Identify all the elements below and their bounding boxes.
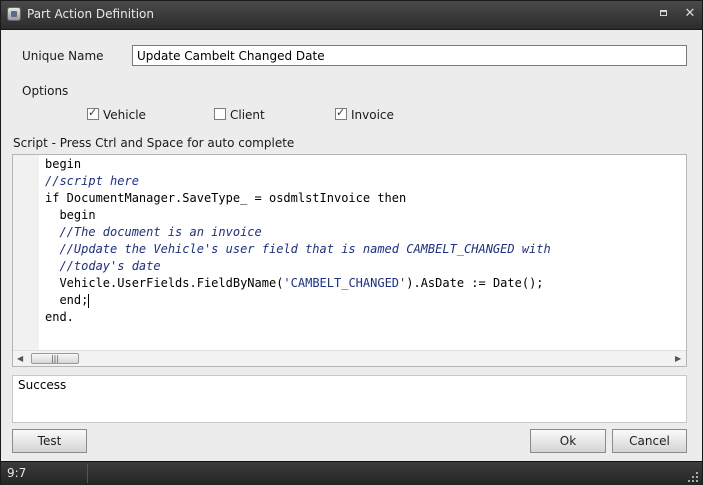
cursor-position: 9:7 [7,466,27,480]
status-separator [87,464,88,483]
code-line: end. [45,310,74,324]
window-title: Part Action Definition [27,7,155,21]
cancel-button[interactable]: Cancel [612,429,687,453]
code-line: Vehicle.UserFields.FieldByName('CAMBELT_… [45,276,544,290]
scroll-left-icon[interactable]: ◀ [17,354,23,363]
code-line: //Update the Vehicle's user field that i… [45,242,551,256]
scrollbar-thumb[interactable]: ||| [31,353,79,364]
ok-button[interactable]: Ok [530,429,606,453]
code-line-with-caret: end; [45,292,551,309]
client-checkbox-label[interactable]: Client [230,108,265,122]
maximize-icon[interactable] [656,6,672,22]
status-bar: 9:7 [1,461,702,485]
title-bar[interactable]: Part Action Definition ✕ [1,1,702,30]
script-code[interactable]: begin //script here if DocumentManager.Sav… [45,156,551,326]
part-action-window: Part Action Definition ✕ Unique Name Opt… [0,0,703,485]
code-line: begin [45,157,82,171]
close-icon[interactable]: ✕ [682,6,698,22]
unique-name-input[interactable] [132,45,687,66]
text-caret [88,293,90,308]
editor-gutter [13,155,39,350]
code-line: end; [45,293,89,307]
script-editor[interactable]: begin //script here if DocumentManager.Sav… [12,154,687,367]
vehicle-checkbox[interactable] [87,106,99,120]
app-icon [7,7,21,21]
code-line: begin [45,208,96,222]
invoice-checkbox[interactable] [335,106,347,120]
vehicle-checkbox-label[interactable]: Vehicle [103,108,146,122]
resize-grip-icon[interactable] [688,472,698,482]
options-label: Options [22,84,69,98]
result-output: Success [12,375,687,423]
code-line: if DocumentManager.SaveType_ = osdmlstIn… [45,191,407,205]
code-line: //today's date [45,259,161,273]
horizontal-scrollbar[interactable]: ◀ ||| ▶ [13,350,686,366]
code-line: //The document is an invoice [45,225,262,239]
unique-name-label: Unique Name [22,49,104,63]
test-button[interactable]: Test [12,429,87,453]
scroll-right-icon[interactable]: ▶ [675,354,681,363]
client-checkbox[interactable] [214,108,226,120]
code-line: //script here [45,174,139,188]
script-label: Script - Press Ctrl and Space for auto c… [13,136,295,150]
invoice-checkbox-label[interactable]: Invoice [351,108,394,122]
string-literal: 'CAMBELT_CHANGED' [283,276,407,290]
